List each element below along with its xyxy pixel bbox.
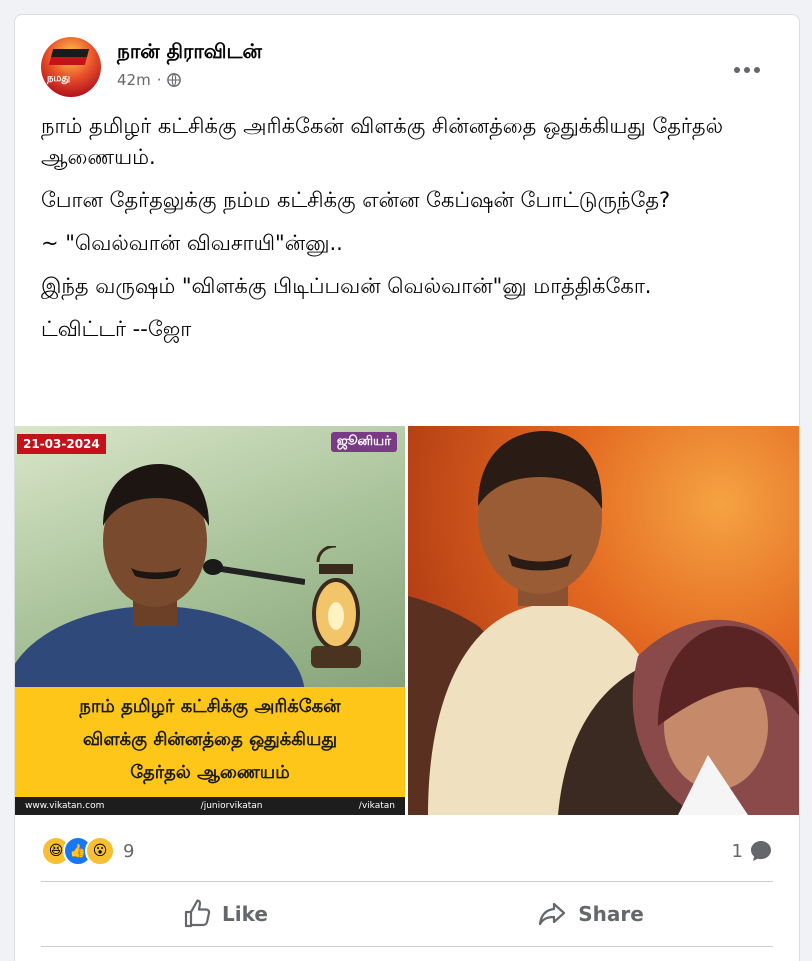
like-label: Like: [222, 902, 268, 926]
comment-count[interactable]: 1: [732, 841, 743, 862]
post-meta: 42m ·: [117, 71, 182, 89]
share-label: Share: [578, 902, 644, 926]
divider: [41, 946, 773, 947]
image-caption: நாம் தமிழர் கட்சிக்கு அரிக்கேன் விளக்கு …: [15, 687, 405, 797]
dot: [754, 67, 760, 73]
footer-handle: /vikatan: [358, 801, 395, 811]
dot: [744, 67, 750, 73]
movie-still-photo: [408, 426, 799, 815]
divider: [41, 881, 773, 882]
meta-separator: ·: [156, 71, 162, 89]
like-button[interactable]: Like: [41, 883, 407, 945]
speaker-photo: [15, 464, 305, 716]
image-footer: www.vikatan.com /juniorvikatan /vikatan: [15, 797, 405, 815]
news-card-image[interactable]: 21-03-2024 ஜூனியர் நாம் தமிழர் கட்சிக்கு…: [15, 426, 405, 815]
avatar[interactable]: நமது: [41, 37, 101, 97]
avatar-text: நமது: [47, 73, 71, 84]
more-options-icon[interactable]: [731, 63, 763, 77]
footer-social: /juniorvikatan: [200, 801, 263, 811]
lantern-icon: [311, 546, 361, 668]
post-paragraph: ~ "வெல்வான் விவசாயி"ன்னு..: [41, 231, 343, 255]
post-paragraph: நாம் தமிழர் கட்சிக்கு அரிக்கேன் விளக்கு …: [41, 114, 723, 169]
post-actions: Like Share: [41, 883, 773, 945]
page-name[interactable]: நான் திராவிடன்: [117, 39, 262, 66]
share-button[interactable]: Share: [407, 883, 773, 945]
wow-reaction-icon: 😮: [85, 836, 115, 866]
footer-website: www.vikatan.com: [25, 801, 105, 811]
caption-line: நாம் தமிழர் கட்சிக்கு அரிக்கேன்: [79, 696, 341, 717]
date-badge: 21-03-2024: [17, 434, 106, 454]
post-header: நமது நான் திராவிடன் 42m ·: [41, 37, 773, 97]
caption-line: தேர்தல் ஆணையம்: [130, 762, 290, 783]
comment-summary[interactable]: 1: [732, 839, 773, 863]
post-paragraph: இந்த வருஷம் "விளக்கு பிடிப்பவன் வெல்வான்…: [41, 274, 652, 298]
comment-icon: [751, 841, 771, 861]
dot: [734, 67, 740, 73]
post-paragraph: ட்விட்டர் --ஜோ: [41, 317, 192, 341]
reaction-summary[interactable]: 😆 👍 😮 9: [41, 835, 134, 867]
caption-line: விளக்கு சின்னத்தை ஒதுக்கியது: [82, 729, 338, 750]
flag-icon: [48, 49, 90, 65]
post-media[interactable]: 21-03-2024 ஜூனியர் நாம் தமிழர் கட்சிக்கு…: [15, 426, 799, 816]
post-paragraph: போன தேர்தலுக்கு நம்ம கட்சிக்கு என்ன கேப்…: [41, 188, 671, 212]
thumbs-up-icon: [184, 899, 211, 928]
post-time[interactable]: 42m: [117, 71, 151, 89]
movie-still-image[interactable]: [408, 426, 799, 815]
reaction-count[interactable]: 9: [123, 841, 134, 862]
share-icon: [539, 902, 566, 926]
brand-logo: ஜூனியர்: [330, 432, 397, 452]
post-body: நாம் தமிழர் கட்சிக்கு அரிக்கேன் விளக்கு …: [41, 111, 741, 357]
post-card: நமது நான் திராவிடன் 42m · நாம் தமிழர் கட…: [14, 14, 800, 961]
globe-icon: [167, 73, 182, 87]
